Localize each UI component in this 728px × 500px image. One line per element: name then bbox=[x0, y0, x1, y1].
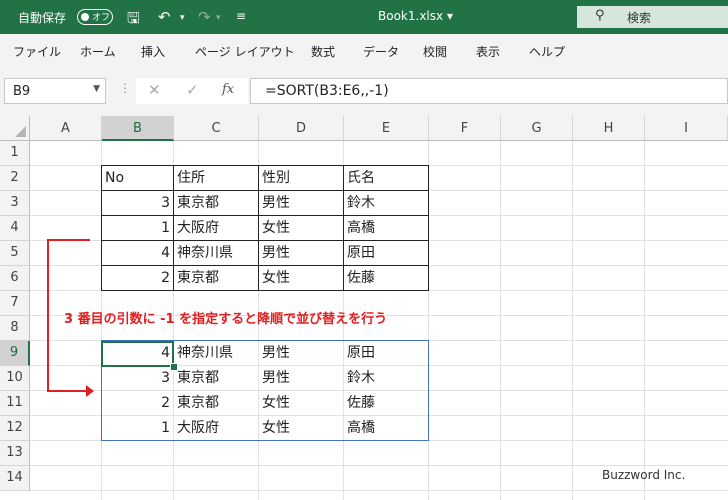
tab-help[interactable]: ヘルプ bbox=[529, 43, 565, 60]
fill-handle[interactable] bbox=[170, 363, 178, 371]
autosave-label: 自動保存 bbox=[18, 11, 67, 25]
result-cell[interactable]: 男性 bbox=[259, 366, 343, 391]
formula-text: =SORT(B3:E6,,-1) bbox=[265, 83, 389, 99]
toggle-knob bbox=[81, 12, 89, 21]
result-cell[interactable]: 女性 bbox=[259, 416, 343, 441]
result-cell[interactable]: 2 bbox=[102, 391, 173, 416]
autosave-toggle[interactable]: オフ bbox=[77, 9, 113, 25]
result-cell[interactable]: 3 bbox=[102, 366, 173, 391]
result-cell[interactable]: 男性 bbox=[259, 341, 343, 366]
undo-icon[interactable]: ↶ bbox=[158, 8, 171, 26]
file-name[interactable]: Book1.xlsx ▾ bbox=[378, 9, 453, 23]
result-cell[interactable]: 大阪府 bbox=[174, 416, 258, 441]
redo-icon[interactable]: ↷ bbox=[198, 8, 211, 26]
active-cell-outline bbox=[101, 341, 174, 367]
annotation-text: 3 番目の引数に -1 を指定すると降順で並び替えを行う bbox=[64, 312, 388, 327]
tab-review[interactable]: 校閲 bbox=[423, 43, 447, 60]
result-cell[interactable]: 女性 bbox=[259, 391, 343, 416]
result-cell[interactable]: 東京都 bbox=[174, 366, 258, 391]
file-name-text: Book1.xlsx bbox=[378, 9, 444, 23]
name-box-value: B9 bbox=[13, 84, 31, 99]
splitter-icon[interactable]: ⋮ bbox=[119, 81, 131, 95]
result-cell[interactable]: 鈴木 bbox=[344, 366, 428, 391]
tab-insert[interactable]: 挿入 bbox=[141, 43, 165, 60]
formula-input[interactable]: =SORT(B3:E6,,-1) bbox=[250, 78, 728, 104]
tab-file[interactable]: ファイル bbox=[13, 43, 61, 60]
tab-view[interactable]: 表示 bbox=[476, 43, 500, 60]
formula-bar: B9 ▼ ⋮ ✕ ✓ fx =SORT(B3:E6,,-1) bbox=[0, 68, 728, 116]
result-cell[interactable]: 1 bbox=[102, 416, 173, 441]
cancel-icon[interactable]: ✕ bbox=[148, 81, 161, 99]
save-icon[interactable]: 🖫 bbox=[127, 8, 140, 33]
autosave-state: オフ bbox=[92, 13, 111, 23]
spreadsheet-grid: A B C D E F G H I 1 2 3 4 5 6 7 8 9 10 1… bbox=[0, 116, 728, 500]
undo-dropdown-icon[interactable]: ▾ bbox=[180, 13, 185, 23]
ribbon-tabs: ファイル ホーム 挿入 ページ レイアウト 数式 データ 校閲 表示 ヘルプ bbox=[0, 34, 728, 69]
insert-function-icon[interactable]: fx bbox=[222, 82, 234, 97]
enter-icon[interactable]: ✓ bbox=[186, 81, 199, 99]
result-cell[interactable]: 神奈川県 bbox=[174, 341, 258, 366]
title-bar: 自動保存 オフ 🖫 ↶ ▾ ↷ ▾ ≡ Book1.xlsx ▾ ⚲ 検索 bbox=[0, 0, 728, 34]
tab-formulas[interactable]: 数式 bbox=[311, 43, 335, 60]
result-cell[interactable]: 佐藤 bbox=[344, 391, 428, 416]
formula-buttons: ✕ ✓ fx bbox=[136, 78, 248, 104]
redo-dropdown-icon[interactable]: ▾ bbox=[216, 13, 221, 23]
credit-text: Buzzword Inc. bbox=[602, 468, 686, 482]
search-label: 検索 bbox=[627, 11, 652, 25]
chevron-down-icon: ▼ bbox=[93, 84, 100, 94]
result-cell[interactable]: 東京都 bbox=[174, 391, 258, 416]
result-cell[interactable]: 原田 bbox=[344, 341, 428, 366]
tab-data[interactable]: データ bbox=[363, 43, 399, 60]
search-box[interactable]: ⚲ 検索 bbox=[577, 6, 728, 28]
tab-page-layout[interactable]: ページ レイアウト bbox=[195, 43, 295, 60]
chevron-down-icon: ▾ bbox=[446, 9, 453, 23]
customize-icon[interactable]: ≡ bbox=[236, 9, 246, 23]
search-icon: ⚲ bbox=[595, 8, 605, 23]
name-box[interactable]: B9 ▼ bbox=[4, 78, 106, 104]
tab-home[interactable]: ホーム bbox=[80, 43, 116, 60]
result-cell[interactable]: 高橋 bbox=[344, 416, 428, 441]
